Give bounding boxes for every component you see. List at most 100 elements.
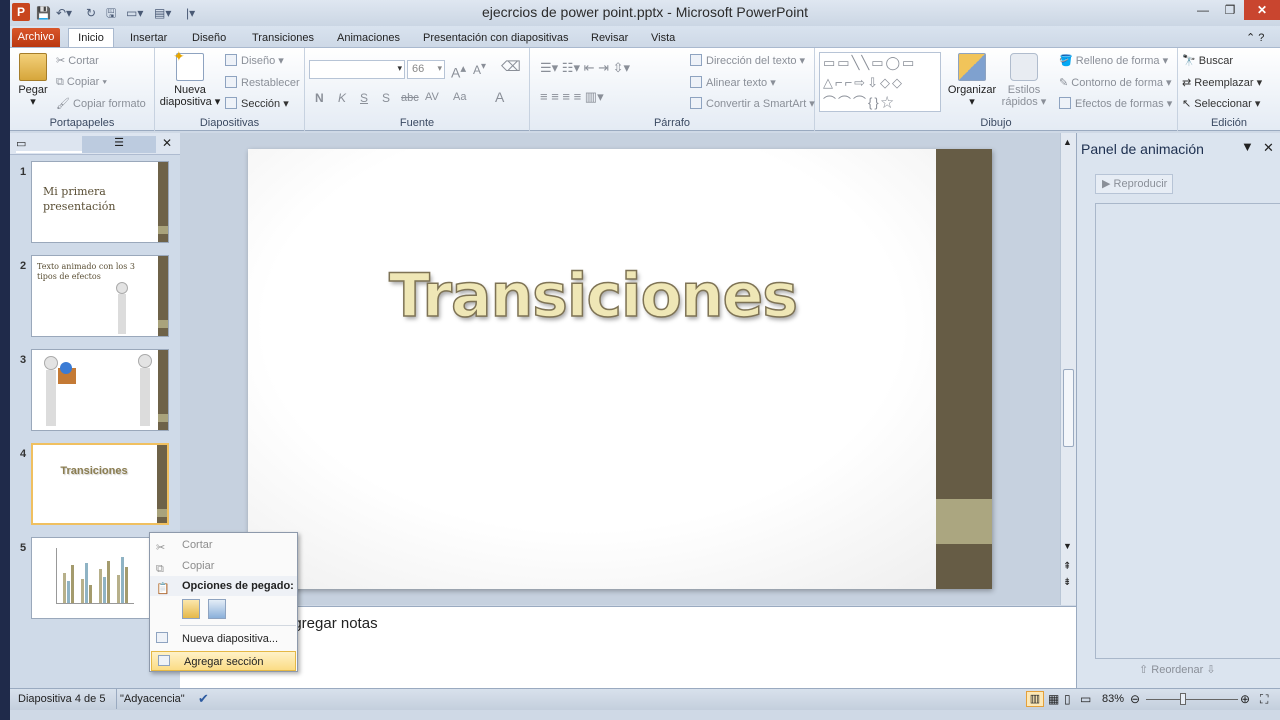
chart-bar bbox=[89, 585, 92, 603]
normal-view-icon[interactable]: ▥ bbox=[1026, 691, 1044, 707]
menu-item-cut[interactable]: ✂ Cortar bbox=[150, 535, 297, 555]
select-button[interactable]: ↖ Seleccionar ▾ bbox=[1182, 97, 1260, 110]
cut-label: Cortar bbox=[68, 55, 99, 67]
spacing-button[interactable]: AV bbox=[425, 91, 439, 103]
font-name-select[interactable]: ▾ bbox=[309, 60, 405, 79]
clear-format-icon[interactable]: ⌫ bbox=[501, 58, 521, 75]
move-down-icon[interactable]: ⇩ bbox=[1203, 664, 1215, 676]
tab-vista[interactable]: Vista bbox=[649, 29, 677, 48]
reset-button[interactable]: Restablecer bbox=[225, 76, 300, 89]
new-slide-button[interactable]: ✦ Nueva diapositiva ▾ bbox=[159, 49, 221, 108]
scissors-icon: ✂ bbox=[56, 55, 69, 67]
align-text-button[interactable]: Alinear texto ▾ bbox=[690, 76, 776, 89]
replace-button[interactable]: ⇄ Reemplazar ▾ bbox=[1182, 76, 1262, 89]
font-size-select[interactable]: 66 ▾ bbox=[407, 60, 445, 79]
thumbnail-slide-1[interactable]: Mi primera presentación bbox=[31, 161, 169, 243]
pane-dropdown-icon[interactable]: ▼ bbox=[1241, 139, 1254, 154]
zoom-out-icon[interactable]: ⊖ bbox=[1130, 692, 1140, 706]
arrange-button[interactable]: Organizar ▾ bbox=[947, 53, 997, 108]
scroll-thumb[interactable] bbox=[1063, 369, 1074, 447]
spellcheck-icon[interactable]: ✔ bbox=[198, 691, 209, 707]
close-button[interactable]: ✕ bbox=[1244, 0, 1280, 20]
tab-animaciones[interactable]: Animaciones bbox=[335, 29, 402, 48]
previous-slide-icon[interactable]: ⇞ bbox=[1063, 561, 1071, 572]
notes-placeholder[interactable]: agregar notas bbox=[285, 615, 378, 632]
paste-button[interactable]: Pegar ▾ bbox=[14, 53, 52, 108]
tab-insertar[interactable]: Insertar bbox=[128, 29, 169, 48]
quick-styles-button[interactable]: Estilos rápidos ▾ bbox=[1001, 53, 1047, 108]
zoom-slider-thumb[interactable] bbox=[1180, 693, 1186, 705]
menu-item-copy[interactable]: ⧉ Copiar bbox=[150, 556, 297, 576]
animation-list[interactable] bbox=[1095, 203, 1280, 659]
smartart-button[interactable]: Convertir a SmartArt ▾ bbox=[690, 97, 815, 110]
section-button[interactable]: Sección ▾ bbox=[225, 97, 289, 110]
bullets-icon[interactable]: ☰▾ ☷▾ ⇤ ⇥ ⇳▾ bbox=[540, 60, 630, 76]
thumbnail-number: 3 bbox=[20, 354, 27, 366]
layout-button[interactable]: Diseño ▾ bbox=[225, 54, 284, 67]
cut-button[interactable]: ✂ Cortar bbox=[56, 54, 99, 67]
strikethrough-button[interactable]: abc bbox=[401, 92, 419, 104]
close-pane-icon[interactable]: ✕ bbox=[1263, 140, 1274, 156]
current-slide[interactable]: Transiciones bbox=[248, 149, 992, 589]
grow-font-icon[interactable]: A▴ bbox=[451, 61, 466, 81]
chart-bar bbox=[107, 561, 110, 603]
cursor-icon: ↖ bbox=[1182, 98, 1195, 110]
underline-button[interactable]: S bbox=[360, 91, 368, 105]
paste-keep-format-icon[interactable] bbox=[182, 599, 200, 619]
shape-fill-button[interactable]: 🪣 Relleno de forma ▾ bbox=[1059, 54, 1168, 67]
italic-button[interactable]: K bbox=[338, 91, 346, 105]
scroll-down-icon[interactable]: ▼ bbox=[1063, 541, 1072, 551]
zoom-slider[interactable] bbox=[1146, 699, 1238, 700]
minimize-button[interactable]: — bbox=[1190, 0, 1216, 20]
tab-presentacion[interactable]: Presentación con diapositivas bbox=[421, 29, 571, 48]
shrink-font-icon[interactable]: A▾ bbox=[473, 61, 486, 77]
notes-pane[interactable]: agregar notas bbox=[180, 606, 1076, 688]
change-case-button[interactable]: Aa bbox=[453, 91, 466, 103]
thumbnail-number: 5 bbox=[20, 542, 27, 554]
help-icon[interactable]: ⌃ ? bbox=[1244, 29, 1266, 48]
group-label-fuente: Fuente bbox=[399, 117, 435, 129]
slide-sorter-icon[interactable]: ▦ bbox=[1048, 692, 1059, 706]
copy-button[interactable]: ⧉ Copiar ▾ bbox=[56, 76, 107, 89]
tab-archivo[interactable]: Archivo bbox=[12, 28, 60, 48]
thumbnail-slide-2[interactable]: Texto animado con los 3 tipos de efectos bbox=[31, 255, 169, 337]
menu-item-new-slide[interactable]: Nueva diapositiva... bbox=[150, 629, 297, 649]
slides-tab[interactable]: ▭ bbox=[16, 137, 84, 153]
maximize-button[interactable]: ❐ bbox=[1217, 0, 1243, 20]
shapes-gallery[interactable]: ▭▭╲╲▭◯▭ △⌐⌐⇨⇩◇◇ ⌒⌒⌒{}☆ bbox=[819, 52, 941, 112]
zoom-level[interactable]: 83% bbox=[1102, 693, 1124, 705]
reading-view-icon[interactable]: ▯ bbox=[1064, 692, 1071, 706]
font-color-button[interactable]: A bbox=[495, 89, 504, 105]
outline-tab[interactable]: ☰ bbox=[82, 136, 156, 153]
title-bar: P 💾 ↶▾ ↻ 🖫 ▭▾ ▤▾ |▾ ejecrcios de power p… bbox=[10, 0, 1280, 26]
vertical-scrollbar[interactable]: ▲ ▼ ⇞ ⇟ bbox=[1060, 133, 1076, 605]
zoom-in-icon[interactable]: ⊕ bbox=[1240, 692, 1250, 706]
tab-diseno[interactable]: Diseño bbox=[190, 29, 228, 48]
alignment-icons[interactable]: ≡ ≡ ≡ ≡ ▥▾ bbox=[540, 89, 604, 105]
next-slide-icon[interactable]: ⇟ bbox=[1063, 577, 1071, 588]
slide-title[interactable]: Transiciones bbox=[248, 260, 938, 332]
play-button[interactable]: ▶ Reproducir bbox=[1095, 174, 1173, 194]
tab-revisar[interactable]: Revisar bbox=[589, 29, 630, 48]
slideshow-view-icon[interactable]: ▭ bbox=[1080, 692, 1091, 706]
text-direction-button[interactable]: Dirección del texto ▾ bbox=[690, 54, 805, 67]
chart-bar bbox=[99, 569, 102, 603]
format-painter-button[interactable]: 🖌 Copiar formato bbox=[56, 97, 146, 110]
move-up-icon[interactable]: ⇧ bbox=[1139, 664, 1151, 676]
thumbnail-bar-accent bbox=[158, 226, 168, 234]
tab-transiciones[interactable]: Transiciones bbox=[250, 29, 316, 48]
find-button[interactable]: 🔭 Buscar bbox=[1182, 54, 1233, 67]
shape-effects-button[interactable]: Efectos de formas ▾ bbox=[1059, 97, 1172, 110]
bold-button[interactable]: N bbox=[315, 91, 324, 105]
shadow-button[interactable]: S bbox=[382, 91, 390, 105]
menu-item-add-section[interactable]: Agregar sección bbox=[151, 651, 296, 671]
thumbnail-slide-4[interactable]: Transiciones bbox=[31, 443, 169, 525]
tab-inicio[interactable]: Inicio bbox=[68, 28, 114, 48]
thumbnail-text: Transiciones bbox=[60, 465, 128, 477]
paste-picture-icon[interactable] bbox=[208, 599, 226, 619]
thumbnail-slide-3[interactable] bbox=[31, 349, 169, 431]
shape-outline-button[interactable]: ✎ Contorno de forma ▾ bbox=[1059, 76, 1172, 89]
fit-window-icon[interactable]: ⛶ bbox=[1260, 692, 1268, 707]
scroll-up-icon[interactable]: ▲ bbox=[1063, 137, 1072, 147]
close-pane-icon[interactable]: ✕ bbox=[162, 136, 172, 150]
